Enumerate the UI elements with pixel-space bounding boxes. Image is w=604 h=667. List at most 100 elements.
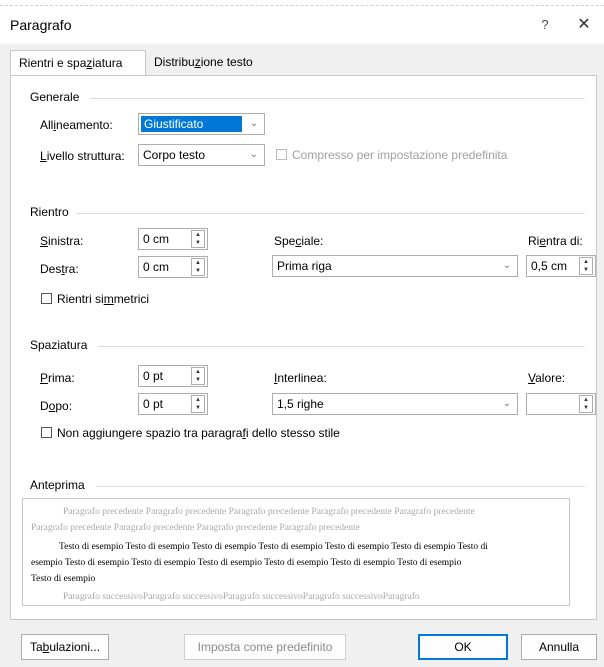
spin-up-icon[interactable]: ▲ bbox=[580, 396, 592, 404]
allineamento-label: Allineamento: bbox=[40, 118, 113, 132]
close-icon[interactable]: ✕ bbox=[572, 13, 596, 37]
section-generale: Generale bbox=[30, 90, 84, 104]
spin-buttons: ▲ ▼ bbox=[191, 258, 205, 276]
speciale-post: iale: bbox=[301, 234, 324, 248]
section-anteprima: Anteprima bbox=[30, 478, 89, 492]
dialog-title: Paragrafo bbox=[10, 17, 72, 33]
rientro-divider bbox=[76, 213, 585, 214]
simmetrici-pre: Rientri si bbox=[57, 292, 104, 306]
speciale-select[interactable]: Prima riga ⌄ bbox=[272, 255, 518, 277]
destra-value: 0 cm bbox=[143, 260, 170, 274]
dopo-post: po: bbox=[55, 399, 73, 413]
rientradi-post: ntra di: bbox=[546, 234, 583, 248]
tab-label-pre: Distribu bbox=[154, 55, 195, 69]
allineamento-post: neamento: bbox=[56, 118, 113, 132]
destra-spinner[interactable]: 0 cm ▲ ▼ bbox=[138, 256, 208, 278]
sinistra-value: 0 cm bbox=[143, 232, 170, 246]
interlinea-select[interactable]: 1,5 righe ⌄ bbox=[272, 393, 518, 415]
livello-label: Livello struttura: bbox=[40, 149, 125, 163]
spin-buttons: ▲ ▼ bbox=[579, 395, 593, 413]
spin-down-icon[interactable]: ▼ bbox=[580, 266, 592, 274]
spin-up-icon[interactable]: ▲ bbox=[192, 231, 204, 239]
rientri-simmetrici-label: Rientri simmetrici bbox=[57, 292, 149, 306]
allineamento-pre: All bbox=[40, 118, 54, 132]
interlinea-label: Interlinea: bbox=[274, 371, 327, 385]
chevron-down-icon: ⌄ bbox=[502, 398, 512, 409]
allineamento-value: Giustificato bbox=[141, 116, 242, 132]
destra-label: Destra: bbox=[40, 262, 79, 276]
non-aggiungere-pre: Non aggiungere spazio tra paragra bbox=[57, 426, 243, 440]
spin-up-icon[interactable]: ▲ bbox=[192, 396, 204, 404]
rientradi-label: Rientra di: bbox=[528, 234, 583, 248]
generale-divider bbox=[90, 98, 585, 99]
chevron-down-icon: ⌄ bbox=[249, 149, 259, 160]
imposta-predefinito-button[interactable]: Imposta come predefinito bbox=[184, 634, 346, 660]
rientradi-pre: Ri bbox=[528, 234, 540, 248]
tab-label-post: ione testo bbox=[200, 55, 253, 69]
sinistra-post: inistra: bbox=[48, 234, 84, 248]
valore-label: Valore: bbox=[528, 371, 565, 385]
sinistra-spinner[interactable]: 0 cm ▲ ▼ bbox=[138, 228, 208, 250]
compresso-label: Compresso per impostazione predefinita bbox=[292, 148, 508, 162]
spin-down-icon[interactable]: ▼ bbox=[192, 239, 204, 247]
spin-up-icon[interactable]: ▲ bbox=[580, 258, 592, 266]
interlinea-value: 1,5 righe bbox=[277, 397, 324, 411]
rientradi-value: 0,5 cm bbox=[531, 259, 568, 273]
help-button[interactable]: ? bbox=[533, 13, 557, 37]
destra-post: ra: bbox=[64, 262, 79, 276]
prima-spinner[interactable]: 0 pt ▲ ▼ bbox=[138, 365, 208, 387]
preview-next-line: Paragrafo successivoParagrafo successivo… bbox=[63, 592, 420, 602]
livello-value: Corpo testo bbox=[143, 148, 206, 162]
livello-accel: L bbox=[40, 149, 47, 163]
paragraph-dialog: Paragrafo ? ✕ Rientri e spaziatura Distr… bbox=[0, 0, 604, 667]
non-aggiungere-checkbox[interactable] bbox=[41, 427, 52, 438]
spin-down-icon[interactable]: ▼ bbox=[192, 376, 204, 384]
rientri-simmetrici-checkbox[interactable] bbox=[41, 293, 52, 304]
prima-post: rima: bbox=[48, 371, 75, 385]
interlinea-post: nterlinea: bbox=[277, 371, 327, 385]
dopo-value: 0 pt bbox=[143, 397, 164, 411]
non-aggiungere-label: Non aggiungere spazio tra paragrafi dell… bbox=[57, 426, 340, 440]
tab-rientri-spaziatura[interactable]: Rientri e spaziatura bbox=[10, 50, 146, 76]
allineamento-select[interactable]: Giustificato ⌄ bbox=[138, 113, 265, 135]
valore-spinner[interactable]: ▲ ▼ bbox=[526, 393, 596, 415]
tab-btn-pre: Ta bbox=[29, 640, 43, 654]
tab-label-pre: Rientri e spa bbox=[19, 56, 87, 70]
spin-buttons: ▲ ▼ bbox=[191, 367, 205, 385]
rientradi-spinner[interactable]: 0,5 cm ▲ ▼ bbox=[526, 255, 596, 277]
preview-sample-line: esempio Testo di esempio Testo di esempi… bbox=[31, 558, 462, 568]
preview-prev-line: Paragrafo precedente Paragrafo precedent… bbox=[63, 507, 475, 517]
spin-up-icon[interactable]: ▲ bbox=[192, 368, 204, 376]
prima-accel: P bbox=[40, 371, 49, 385]
tab-label-post: iatura bbox=[92, 56, 123, 70]
spin-buttons: ▲ ▼ bbox=[579, 257, 593, 275]
tab-distribuzione-testo[interactable]: Distribuzione testo bbox=[146, 50, 270, 74]
annulla-button[interactable]: Annulla bbox=[521, 634, 597, 660]
spin-down-icon[interactable]: ▼ bbox=[580, 404, 592, 412]
speciale-pre: Spe bbox=[274, 234, 296, 248]
spaziatura-divider bbox=[98, 346, 585, 347]
spin-down-icon[interactable]: ▼ bbox=[192, 267, 204, 275]
sinistra-accel: S bbox=[40, 234, 49, 248]
speciale-label: Speciale: bbox=[274, 234, 323, 248]
spin-down-icon[interactable]: ▼ bbox=[192, 404, 204, 412]
spin-buttons: ▲ ▼ bbox=[191, 395, 205, 413]
valore-post: alore: bbox=[535, 371, 566, 385]
compresso-checkbox[interactable] bbox=[276, 149, 287, 160]
spin-up-icon[interactable]: ▲ bbox=[192, 259, 204, 267]
ok-button[interactable]: OK bbox=[418, 634, 508, 660]
spin-buttons: ▲ ▼ bbox=[191, 230, 205, 248]
preview-box: Paragrafo precedente Paragrafo precedent… bbox=[22, 498, 570, 606]
tabulazioni-button[interactable]: Tabulazioni... bbox=[21, 634, 109, 660]
preview-sample-line: Testo di esempio Testo di esempio Testo … bbox=[59, 542, 488, 552]
anteprima-divider bbox=[96, 486, 585, 487]
prima-value: 0 pt bbox=[143, 369, 164, 383]
dopo-spinner[interactable]: 0 pt ▲ ▼ bbox=[138, 393, 208, 415]
livello-struttura-select[interactable]: Corpo testo ⌄ bbox=[138, 144, 265, 166]
destra-pre: Des bbox=[40, 262, 62, 276]
non-aggiungere-post: i dello stesso stile bbox=[245, 426, 340, 440]
section-rientro: Rientro bbox=[30, 205, 73, 219]
speciale-value: Prima riga bbox=[277, 259, 332, 273]
dopo-label: Dopo: bbox=[40, 399, 72, 413]
livello-post: ivello struttura: bbox=[46, 149, 125, 163]
